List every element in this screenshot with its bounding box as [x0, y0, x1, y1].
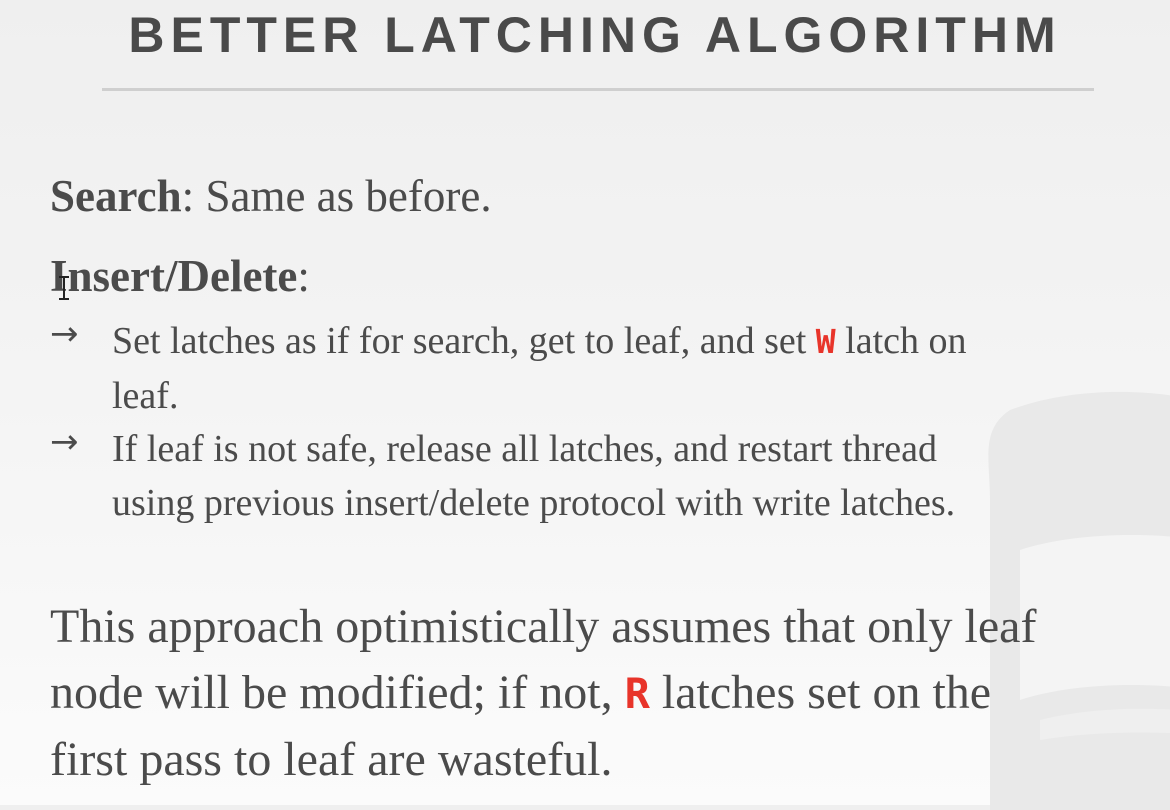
title-divider [102, 88, 1094, 91]
arrow-icon: → [50, 422, 79, 462]
write-latch-marker: W [815, 322, 836, 361]
insert-delete-label: Insert/Delete [50, 251, 298, 301]
search-label: Search [50, 171, 182, 221]
bullet-text: Set latches as if for search, get to lea… [112, 320, 967, 417]
text-cursor-icon [59, 276, 69, 300]
read-latch-marker: R [624, 669, 650, 718]
slide: { "title": "BETTER LATCHING ALGORITHM", … [0, 0, 1170, 810]
arrow-icon: → [50, 314, 79, 354]
insert-delete-colon: : [297, 251, 310, 301]
bullet-text: If leaf is not safe, release all latches… [112, 428, 956, 524]
search-line: Search: Same as before. [50, 170, 492, 222]
insert-delete-heading: Insert/Delete: [50, 250, 310, 302]
slide-title: BETTER LATCHING ALGORITHM [128, 7, 1062, 63]
search-text: Same as before. [194, 171, 492, 221]
summary-paragraph: This approach optimistically assumes tha… [50, 600, 1037, 786]
search-colon: : [181, 171, 195, 221]
